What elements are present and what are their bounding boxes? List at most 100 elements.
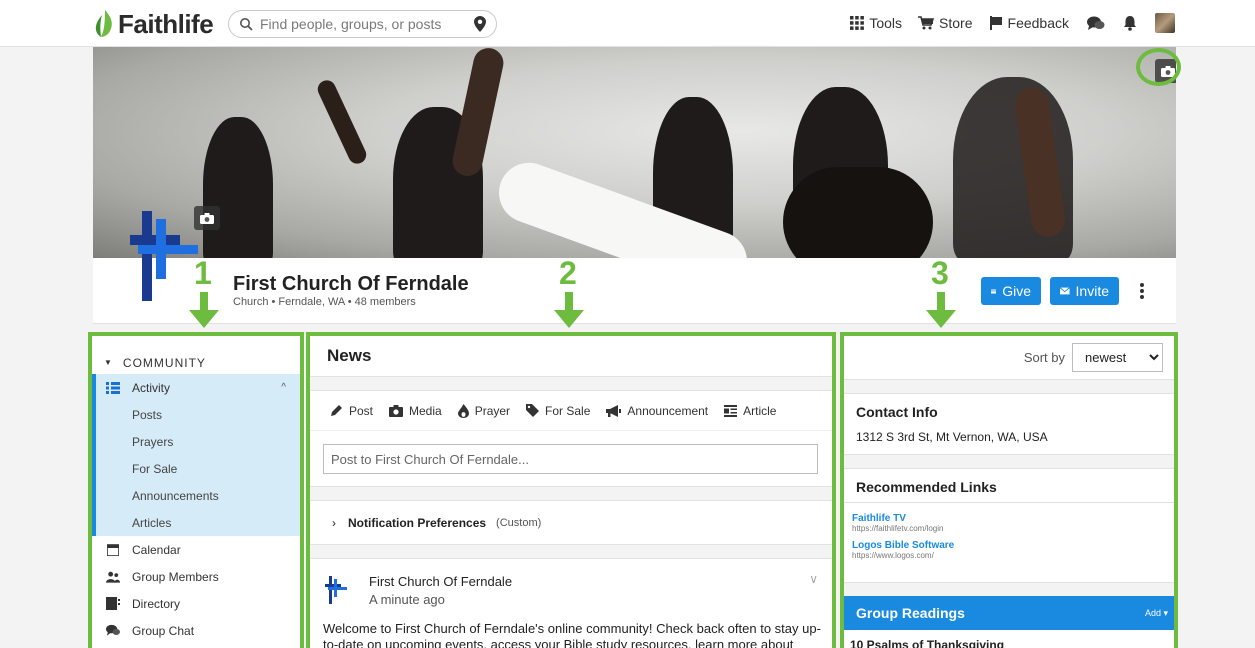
- sort-label: Sort by: [1023, 350, 1065, 365]
- pencil-icon: [331, 405, 342, 416]
- notif-value: (Custom): [496, 516, 542, 529]
- annotation-number-2: 2: [559, 255, 577, 291]
- link-title[interactable]: Faithlife TV: [852, 513, 1174, 524]
- dot-icon: [1140, 295, 1144, 299]
- annotation-arrow-icon: [554, 292, 584, 328]
- directory-icon: [106, 597, 120, 611]
- reading-item[interactable]: 10 Psalms of Thanksgiving: [844, 630, 1174, 648]
- post-input[interactable]: [323, 444, 818, 474]
- sort-row: Sort by newest: [844, 336, 1174, 380]
- post-type-label: Post: [349, 403, 374, 418]
- feedback-link[interactable]: Feedback: [989, 15, 1069, 31]
- give-button[interactable]: Give: [981, 277, 1041, 305]
- top-bar: Faithlife Tools Store: [0, 0, 1255, 47]
- leaf-logo-icon: [95, 10, 112, 37]
- post-type-post[interactable]: Post: [330, 404, 373, 418]
- sort-select[interactable]: newest: [1072, 343, 1163, 372]
- contact-title: Contact Info: [856, 404, 938, 420]
- invite-label: Invite: [1075, 283, 1109, 299]
- sidebar-item-group-members[interactable]: Group Members: [92, 563, 300, 590]
- sidebar-item-label: Posts: [132, 407, 163, 422]
- group-readings-header: Group Readings Add ▾: [844, 596, 1174, 630]
- sidebar-item-prayers[interactable]: Prayers: [92, 428, 300, 455]
- sidebar-item-announcements[interactable]: Announcements: [92, 482, 300, 509]
- faithlife-logo[interactable]: Faithlife: [93, 8, 214, 39]
- post-type-prayer[interactable]: Prayer: [457, 403, 511, 418]
- flame-icon: [457, 403, 469, 418]
- location-pin-icon[interactable]: [474, 16, 486, 32]
- post-type-bar: Post Media Prayer For Sale Announcement …: [310, 391, 832, 431]
- tools-label: Tools: [869, 15, 903, 31]
- recommended-links-card: Recommended Links Faithlife TV https://f…: [844, 468, 1174, 583]
- sidebar-item-group-chat[interactable]: Group Chat: [92, 617, 300, 644]
- add-reading-button[interactable]: Add ▾: [1145, 608, 1168, 619]
- search-box[interactable]: [228, 10, 497, 38]
- links-title: Recommended Links: [844, 469, 1174, 503]
- annotation-arrow-icon: [189, 292, 219, 328]
- sidebar-item-directory[interactable]: Directory: [92, 590, 300, 617]
- avatar-image: [1155, 13, 1175, 33]
- notif-label: Notification Preferences: [348, 515, 487, 530]
- notification-preferences[interactable]: › Notification Preferences (Custom): [310, 500, 832, 545]
- sidebar-item-label: Announcements: [132, 488, 219, 503]
- post-author[interactable]: First Church Of Ferndale: [369, 574, 512, 589]
- sidebar-item-calendar[interactable]: Calendar: [92, 536, 300, 563]
- post-type-media[interactable]: Media: [389, 404, 442, 418]
- grid-icon: [850, 16, 865, 30]
- sidebar-item-label: Prayers: [132, 434, 174, 449]
- invite-button[interactable]: Invite: [1050, 277, 1119, 305]
- feed-post: First Church Of Ferndale A minute ago ∨ …: [310, 558, 832, 648]
- brand-name: Faithlife: [118, 8, 214, 39]
- article-icon: [724, 404, 738, 417]
- contact-info-card: Contact Info 1312 S 3rd St, Mt Vernon, W…: [844, 393, 1174, 455]
- sidebar-item-for-sale[interactable]: For Sale: [92, 455, 300, 482]
- post-type-for-sale[interactable]: For Sale: [526, 404, 590, 418]
- notifications-button[interactable]: [1123, 15, 1137, 31]
- link-item[interactable]: Logos Bible Software https://www.logos.c…: [844, 533, 1174, 560]
- raised-arm: [314, 77, 370, 167]
- post-type-label: Prayer: [474, 403, 511, 418]
- megaphone-icon: [606, 404, 622, 417]
- caret-down-icon: ▼: [104, 358, 113, 367]
- members-icon: [106, 570, 120, 584]
- sidebar-item-articles[interactable]: Articles: [92, 509, 300, 536]
- news-title: News: [310, 336, 832, 377]
- tag-icon: [526, 404, 540, 417]
- annotation-number-3: 3: [931, 255, 949, 291]
- church-cross-icon: [325, 576, 347, 604]
- community-section-toggle[interactable]: ▼ COMMUNITY: [92, 336, 300, 374]
- top-nav: Tools Store Feedback: [834, 13, 1175, 33]
- post-type-announcement[interactable]: Announcement: [606, 404, 708, 418]
- sidebar-item-posts[interactable]: Posts: [92, 401, 300, 428]
- activity-icon: [106, 381, 120, 395]
- store-label: Store: [939, 15, 973, 31]
- group-name: First Church Of Ferndale: [233, 273, 469, 295]
- post-body: Welcome to First Church of Ferndale's on…: [323, 621, 821, 648]
- left-sidebar: ▼ COMMUNITY Activity ^ Posts Prayers For…: [88, 332, 304, 648]
- tools-menu[interactable]: Tools: [850, 15, 902, 31]
- chat-bubbles-icon: [1087, 16, 1105, 30]
- camera-icon: [389, 404, 404, 417]
- link-url: https://faithlifetv.com/login: [852, 524, 944, 533]
- user-avatar[interactable]: [1155, 13, 1175, 33]
- link-url: https://www.logos.com/: [852, 551, 934, 560]
- more-options-button[interactable]: [1134, 281, 1150, 301]
- feedback-label: Feedback: [1007, 15, 1069, 31]
- sidebar-item-activity[interactable]: Activity ^: [92, 374, 300, 401]
- sidebar-item-label: Calendar: [132, 542, 181, 557]
- sidebar-item-label: Group Chat: [132, 623, 195, 638]
- post-type-article[interactable]: Article: [724, 404, 776, 418]
- post-type-label: Media: [409, 403, 442, 418]
- store-link[interactable]: Store: [918, 15, 973, 31]
- cover-photo: [93, 47, 1176, 258]
- link-title[interactable]: Logos Bible Software: [852, 540, 1174, 551]
- post-menu-chevron-icon[interactable]: ∨: [809, 572, 818, 586]
- messages-button[interactable]: [1087, 16, 1105, 31]
- search-input[interactable]: [260, 16, 460, 32]
- calendar-icon: [106, 543, 120, 557]
- post-timestamp: A minute ago: [369, 592, 445, 607]
- chevron-right-icon: ›: [332, 515, 336, 530]
- give-label: Give: [1002, 283, 1031, 299]
- link-item[interactable]: Faithlife TV https://faithlifetv.com/log…: [844, 503, 1174, 533]
- cart-icon: [918, 16, 935, 30]
